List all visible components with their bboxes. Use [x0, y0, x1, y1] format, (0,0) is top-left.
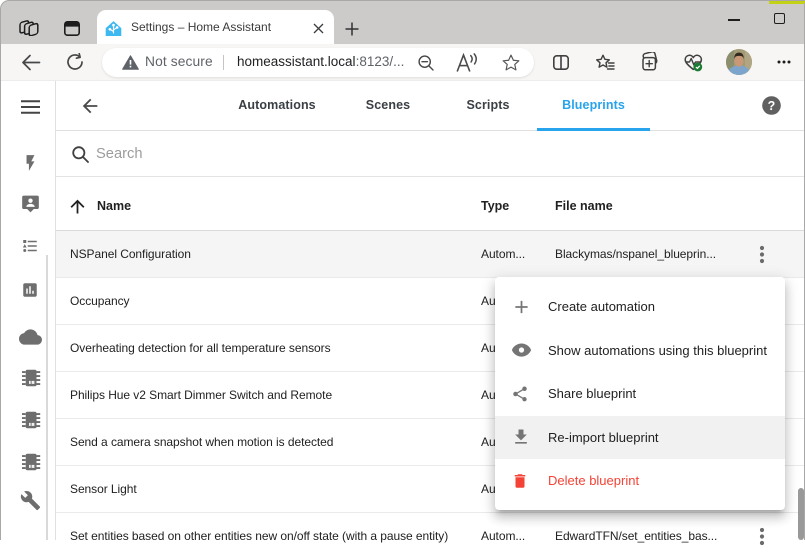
- svg-text:?: ?: [768, 99, 776, 113]
